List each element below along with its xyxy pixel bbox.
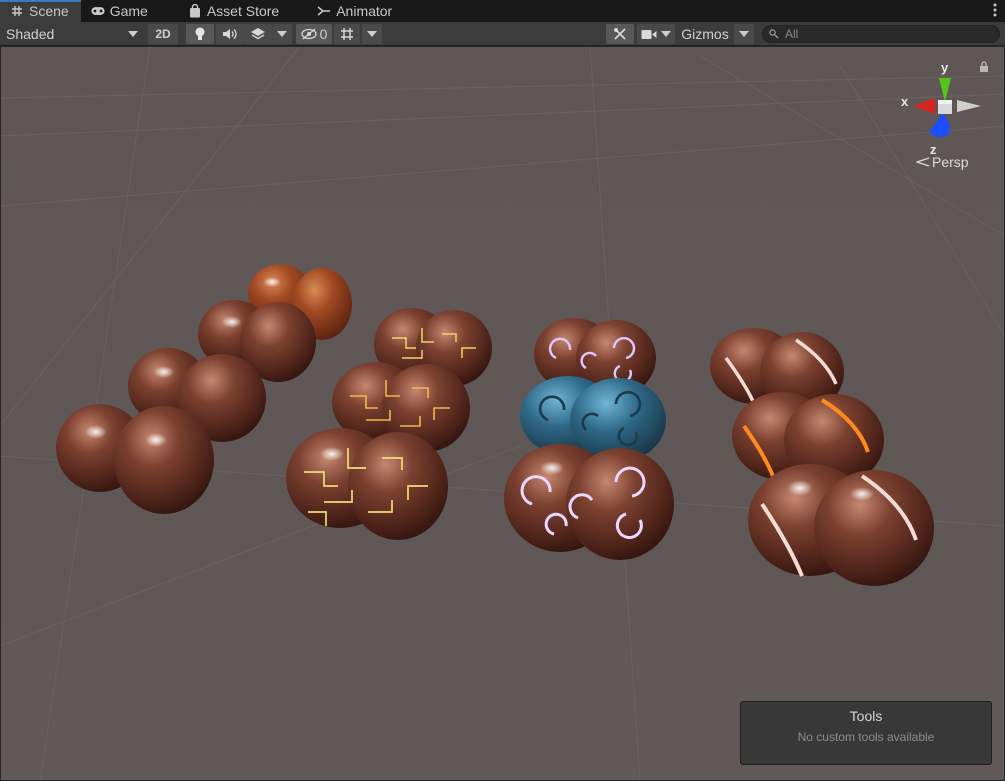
x-axis-cone — [913, 98, 935, 114]
lock-icon[interactable] — [979, 60, 989, 75]
tools-overlay-panel: Tools No custom tools available — [740, 701, 992, 765]
2d-toggle-label: 2D — [155, 27, 171, 41]
chevron-down-icon — [128, 31, 138, 37]
chevron-down-icon — [739, 31, 749, 37]
tab-animator[interactable]: Animator — [307, 0, 404, 22]
search-icon — [769, 29, 779, 39]
projection-label: Persp — [932, 154, 969, 170]
lighting-toggle-button[interactable] — [186, 24, 214, 44]
hash-icon — [10, 4, 24, 18]
chevron-down-icon — [367, 31, 377, 37]
chevron-down-icon — [277, 31, 287, 37]
grid-icon — [341, 28, 353, 40]
y-axis-cone — [939, 78, 951, 102]
draw-mode-dropdown[interactable]: Shaded — [2, 24, 142, 44]
layers-icon — [251, 28, 265, 40]
animator-icon — [317, 4, 331, 18]
tab-game-label: Game — [109, 3, 148, 19]
tab-scene-label: Scene — [29, 3, 69, 19]
draw-mode-label: Shaded — [6, 26, 55, 42]
tab-asset-store[interactable]: Asset Store — [178, 0, 291, 22]
grid-dropdown-button[interactable] — [362, 24, 382, 44]
gizmo-label-y: y — [941, 60, 949, 75]
gizmos-dropdown-button[interactable] — [734, 24, 754, 44]
projection-toggle[interactable]: Persp — [916, 154, 969, 170]
tools-toggle-button[interactable] — [606, 24, 634, 44]
gizmos-button[interactable]: Gizmos — [677, 24, 733, 44]
search-placeholder: All — [785, 27, 799, 41]
tools-panel-message: No custom tools available — [797, 730, 935, 744]
more-options-icon[interactable] — [993, 3, 997, 20]
hidden-count: 0 — [319, 26, 328, 42]
lightbulb-icon — [195, 27, 205, 40]
camera-settings-button[interactable] — [637, 24, 675, 44]
hidden-objects-toggle-button[interactable]: 0 — [296, 24, 332, 44]
tab-asset-store-label: Asset Store — [206, 3, 280, 19]
speaker-icon — [223, 29, 237, 39]
chevron-down-icon — [661, 31, 671, 37]
scene-search-input[interactable]: All — [762, 25, 1000, 43]
grid-toggle-button[interactable] — [334, 24, 360, 44]
gamepad-icon — [91, 4, 105, 18]
tab-animator-label: Animator — [336, 3, 393, 19]
effects-dropdown-button[interactable] — [272, 24, 292, 44]
shopping-bag-icon — [188, 4, 202, 18]
editor-tab-bar: Scene Game Asset Store Animator — [0, 0, 1005, 22]
perspective-icon — [916, 157, 930, 167]
gizmo-label-x: x — [901, 94, 909, 109]
camera-icon — [641, 29, 657, 39]
scene-toolbar: Shaded 2D 0 Gizmos All — [0, 22, 1005, 46]
neg-x-axis-cone — [957, 100, 981, 112]
gizmos-label: Gizmos — [681, 26, 729, 42]
tools-panel-title: Tools — [849, 708, 883, 724]
tab-scene[interactable]: Scene — [0, 0, 81, 22]
eye-slash-icon — [300, 28, 317, 40]
effects-toggle-button[interactable] — [244, 24, 272, 44]
scene-viewport[interactable]: y x z Persp Tools No custom tools availa… — [0, 46, 1005, 781]
scene-render — [0, 46, 1005, 781]
tab-game[interactable]: Game — [81, 0, 160, 22]
2d-toggle-button[interactable]: 2D — [148, 24, 178, 44]
audio-toggle-button[interactable] — [216, 24, 244, 44]
tools-icon — [614, 28, 626, 40]
